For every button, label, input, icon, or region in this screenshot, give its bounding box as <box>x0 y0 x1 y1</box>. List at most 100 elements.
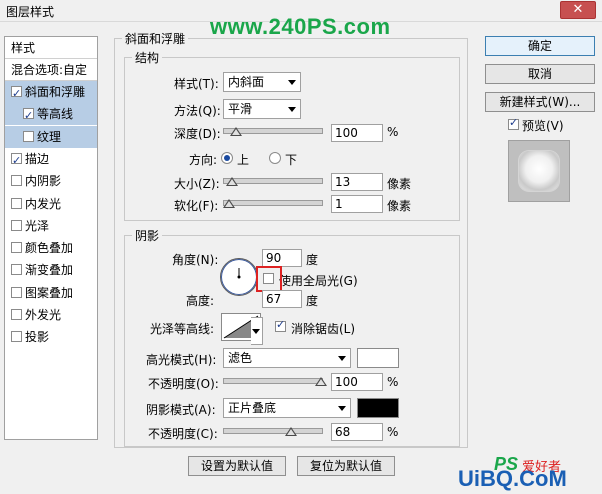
shadow-opacity-unit: % <box>387 425 399 439</box>
style-item-label: 等高线 <box>37 107 74 122</box>
soften-label: 软化(F): <box>174 199 219 213</box>
watermark-site: UiBQ.CoM <box>458 466 567 491</box>
size-slider[interactable] <box>223 178 323 184</box>
cancel-button[interactable]: 取消 <box>485 64 595 84</box>
style-item-label: 内发光 <box>25 196 62 211</box>
direction-up-radio[interactable] <box>221 152 233 164</box>
style-item-0[interactable]: 斜面和浮雕 <box>5 81 97 105</box>
soften-input[interactable]: 1 <box>331 195 383 213</box>
gloss-contour-dropdown[interactable] <box>251 317 263 345</box>
shadow-opacity-label: 不透明度(C): <box>148 427 218 441</box>
gloss-contour-label: 光泽等高线: <box>150 322 215 336</box>
style-select[interactable]: 内斜面 <box>223 72 301 92</box>
style-item-2[interactable]: 纹理 <box>5 125 97 148</box>
highlight-opacity-input[interactable]: 100 <box>331 373 383 391</box>
preview-checkbox[interactable] <box>508 116 519 130</box>
style-item-checkbox[interactable] <box>11 286 22 298</box>
set-default-button[interactable]: 设置为默认值 <box>188 456 286 476</box>
direction-label: 方向: <box>189 153 218 167</box>
style-item-7[interactable]: 颜色叠加 <box>5 237 97 259</box>
direction-up-label: 上 <box>237 153 250 167</box>
shadow-opacity-slider[interactable] <box>223 428 323 434</box>
antialias-checkbox[interactable] <box>275 318 286 332</box>
soften-slider[interactable] <box>223 200 323 206</box>
antialias-label: 消除锯齿(L) <box>291 322 356 336</box>
shadow-color-swatch[interactable] <box>357 398 399 418</box>
highlight-color-swatch[interactable] <box>357 348 399 368</box>
style-item-11[interactable]: 投影 <box>5 326 97 348</box>
style-item-6[interactable]: 光泽 <box>5 215 97 237</box>
shadow-mode-value: 正片叠底 <box>228 401 277 415</box>
close-button[interactable]: ✕ <box>560 1 596 19</box>
shadow-opacity-input[interactable]: 68 <box>331 423 383 441</box>
chevron-down-icon <box>288 107 296 112</box>
altitude-unit: 度 <box>306 294 319 308</box>
blend-options-item[interactable]: 混合选项:自定 <box>5 59 97 81</box>
shadow-mode-select[interactable]: 正片叠底 <box>223 398 351 418</box>
depth-unit: % <box>387 125 399 139</box>
style-item-label: 斜面和浮雕 <box>25 85 86 99</box>
style-item-4[interactable]: 内阴影 <box>5 170 97 192</box>
style-item-checkbox[interactable] <box>11 331 22 343</box>
style-item-label: 颜色叠加 <box>25 241 74 256</box>
style-item-checkbox[interactable] <box>11 150 22 172</box>
highlight-opacity-label: 不透明度(O): <box>148 377 219 391</box>
style-item-1[interactable]: 等高线 <box>5 103 97 127</box>
style-item-checkbox[interactable] <box>23 105 34 127</box>
style-item-label: 光泽 <box>25 218 50 233</box>
technique-select-value: 平滑 <box>228 102 253 116</box>
highlight-opacity-thumb[interactable] <box>315 377 327 386</box>
size-label: 大小(Z): <box>174 177 220 191</box>
style-item-8[interactable]: 渐变叠加 <box>5 259 97 281</box>
highlight-opacity-slider[interactable] <box>223 378 323 384</box>
style-item-label: 外发光 <box>25 308 62 322</box>
style-item-checkbox[interactable] <box>11 219 22 231</box>
window-title: 图层样式 <box>6 5 55 19</box>
direction-down-radio[interactable] <box>269 152 281 164</box>
size-slider-thumb[interactable] <box>225 177 238 186</box>
depth-input[interactable]: 100 <box>331 124 383 142</box>
highlight-mode-value: 滤色 <box>228 351 253 365</box>
size-unit: 像素 <box>387 177 412 191</box>
style-item-label: 内阴影 <box>25 174 62 189</box>
ok-button[interactable]: 确定 <box>485 36 595 56</box>
shadow-mode-label: 阴影模式(A): <box>146 403 216 417</box>
highlight-mode-label: 高光模式(H): <box>146 353 217 367</box>
style-item-10[interactable]: 外发光 <box>5 304 97 326</box>
style-item-5[interactable]: 内发光 <box>5 193 97 215</box>
structure-title: 结构 <box>132 49 163 66</box>
style-item-checkbox[interactable] <box>11 197 22 209</box>
shadow-opacity-thumb[interactable] <box>284 427 297 436</box>
technique-select[interactable]: 平滑 <box>223 99 301 119</box>
style-item-3[interactable]: 描边 <box>5 148 97 172</box>
depth-slider-thumb[interactable] <box>230 127 243 136</box>
chevron-down-icon <box>288 80 296 85</box>
style-item-label: 图案叠加 <box>25 285 74 300</box>
style-item-checkbox[interactable] <box>11 242 22 254</box>
style-item-checkbox[interactable] <box>11 83 22 105</box>
new-style-button[interactable]: 新建样式(W)... <box>485 92 595 112</box>
preview-bevel-shape <box>519 151 559 191</box>
style-item-checkbox[interactable] <box>11 264 22 276</box>
highlight-opacity-unit: % <box>387 375 399 389</box>
soften-slider-thumb[interactable] <box>222 199 235 208</box>
angle-dial[interactable] <box>220 258 258 296</box>
soften-unit: 像素 <box>387 199 412 213</box>
highlight-mode-select[interactable]: 滤色 <box>223 348 351 368</box>
altitude-input[interactable]: 67 <box>262 290 302 308</box>
angle-input[interactable]: 90 <box>262 249 302 267</box>
style-item-checkbox[interactable] <box>23 130 34 142</box>
style-item-checkbox[interactable] <box>11 309 22 320</box>
style-list-header[interactable]: 样式 <box>5 37 97 59</box>
angle-unit: 度 <box>306 253 319 267</box>
style-item-checkbox[interactable] <box>11 175 22 187</box>
style-item-9[interactable]: 图案叠加 <box>5 282 97 304</box>
angle-label: 角度(N): <box>172 253 219 267</box>
size-input[interactable]: 13 <box>331 173 383 191</box>
style-select-value: 内斜面 <box>228 75 265 89</box>
style-item-label: 投影 <box>25 330 50 345</box>
reset-default-button[interactable]: 复位为默认值 <box>297 456 395 476</box>
watermark-bottom: PS 爱好者 UiBQ.CoM <box>458 454 598 492</box>
chevron-down-icon <box>338 406 346 411</box>
highlight-annotation-box <box>256 266 282 292</box>
